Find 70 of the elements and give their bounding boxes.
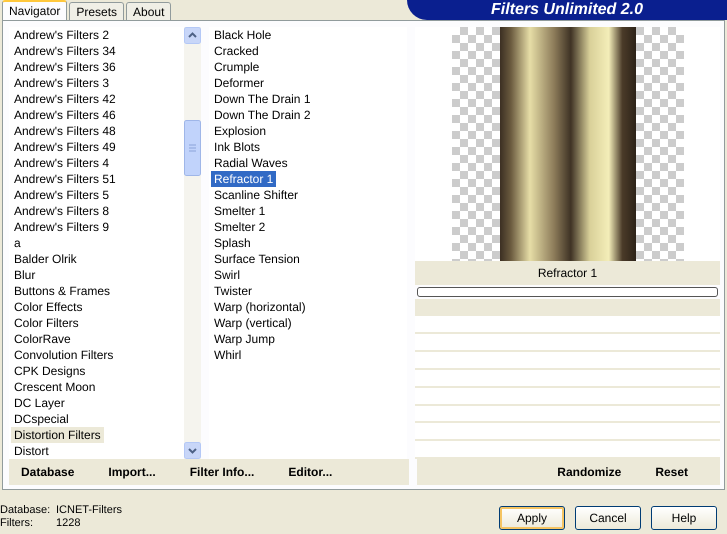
category-item[interactable]: CPK Designs bbox=[11, 363, 88, 379]
category-item[interactable]: Balder Olrik bbox=[11, 251, 80, 267]
tab[interactable]: About bbox=[126, 2, 172, 20]
category-item[interactable]: Distort bbox=[11, 443, 52, 459]
filter-item[interactable]: Smelter 2 bbox=[211, 219, 268, 235]
filter-name: Refractor 1 bbox=[538, 266, 598, 280]
category-item[interactable]: Andrew's Filters 4 bbox=[11, 155, 112, 171]
filter-item[interactable]: Refractor 1 bbox=[211, 171, 276, 187]
category-item[interactable]: DC Layer bbox=[11, 395, 68, 411]
toolbar-button[interactable]: Filter Info... bbox=[188, 463, 256, 481]
category-item[interactable]: Andrew's Filters 42 bbox=[11, 91, 119, 107]
title-banner: Filters Unlimited 2.0 bbox=[407, 0, 727, 20]
category-item[interactable]: Buttons & Frames bbox=[11, 283, 114, 299]
category-item[interactable]: Andrew's Filters 48 bbox=[11, 123, 119, 139]
category-item[interactable]: Convolution Filters bbox=[11, 347, 116, 363]
filter-item[interactable]: Down The Drain 2 bbox=[211, 107, 314, 123]
dialog-button[interactable]: Apply bbox=[499, 506, 565, 530]
filter-item[interactable]: Warp (horizontal) bbox=[211, 299, 309, 315]
filter-item[interactable]: Black Hole bbox=[211, 27, 274, 43]
category-item[interactable]: Color Effects bbox=[11, 299, 86, 315]
category-item[interactable]: Andrew's Filters 3 bbox=[11, 75, 112, 91]
category-item[interactable]: Distortion Filters bbox=[11, 427, 104, 443]
filter-item[interactable]: Deformer bbox=[211, 75, 268, 91]
category-item[interactable]: Andrew's Filters 36 bbox=[11, 59, 119, 75]
category-item[interactable]: DCspecial bbox=[11, 411, 72, 427]
category-item[interactable]: Andrew's Filters 2 bbox=[11, 27, 112, 43]
toolbar-button[interactable]: Reset bbox=[653, 463, 690, 481]
category-item[interactable]: Blur bbox=[11, 267, 38, 283]
toolbar-button[interactable]: Randomize bbox=[555, 463, 624, 481]
status-label: Database: bbox=[0, 504, 52, 517]
toolbar-button[interactable]: Import... bbox=[106, 463, 158, 481]
status-value: 1228 bbox=[56, 517, 82, 530]
status-value: ICNET-Filters bbox=[56, 504, 122, 517]
filter-item[interactable]: Down The Drain 1 bbox=[211, 91, 314, 107]
scrollbar[interactable] bbox=[184, 27, 201, 459]
filter-item[interactable]: Ink Blots bbox=[211, 139, 264, 155]
category-item[interactable]: ColorRave bbox=[11, 331, 74, 347]
filter-item[interactable]: Scanline Shifter bbox=[211, 187, 302, 203]
filter-item[interactable]: Explosion bbox=[211, 123, 270, 139]
scroll-up-icon[interactable] bbox=[184, 27, 201, 44]
tab[interactable]: Navigator bbox=[2, 0, 68, 20]
filter-item[interactable]: Splash bbox=[211, 235, 254, 251]
category-item[interactable]: Andrew's Filters 34 bbox=[11, 43, 119, 59]
filter-item[interactable]: Surface Tension bbox=[211, 251, 303, 267]
category-item[interactable]: Color Filters bbox=[11, 315, 82, 331]
dialog-button[interactable]: Help bbox=[651, 506, 717, 530]
status-label: Filters: bbox=[0, 517, 34, 530]
dialog-button[interactable]: Cancel bbox=[575, 506, 641, 530]
filter-item[interactable]: Warp Jump bbox=[211, 331, 278, 347]
filter-item[interactable]: Cracked bbox=[211, 43, 262, 59]
category-item[interactable]: Andrew's Filters 9 bbox=[11, 219, 112, 235]
category-item[interactable]: Andrew's Filters 49 bbox=[11, 139, 119, 155]
filter-item[interactable]: Radial Waves bbox=[211, 155, 291, 171]
category-item[interactable]: Andrew's Filters 5 bbox=[11, 187, 112, 203]
filter-item[interactable]: Whirl bbox=[211, 347, 244, 363]
scroll-down-icon[interactable] bbox=[184, 442, 201, 459]
category-item[interactable]: a bbox=[11, 235, 24, 251]
tab[interactable]: Presets bbox=[69, 2, 124, 20]
category-item[interactable]: Andrew's Filters 51 bbox=[11, 171, 119, 187]
filter-item[interactable]: Warp (vertical) bbox=[211, 315, 295, 331]
toolbar-button[interactable]: Editor... bbox=[286, 463, 334, 481]
scroll-thumb-icon[interactable] bbox=[184, 120, 201, 176]
category-item[interactable]: Andrew's Filters 46 bbox=[11, 107, 119, 123]
filter-item[interactable]: Crumple bbox=[211, 59, 262, 75]
category-item[interactable]: Andrew's Filters 8 bbox=[11, 203, 112, 219]
filter-item[interactable]: Twister bbox=[211, 283, 256, 299]
filter-item[interactable]: Swirl bbox=[211, 267, 243, 283]
filter-item[interactable]: Smelter 1 bbox=[211, 203, 268, 219]
toolbar-button[interactable]: Database bbox=[19, 463, 76, 481]
category-item[interactable]: Crescent Moon bbox=[11, 379, 98, 395]
